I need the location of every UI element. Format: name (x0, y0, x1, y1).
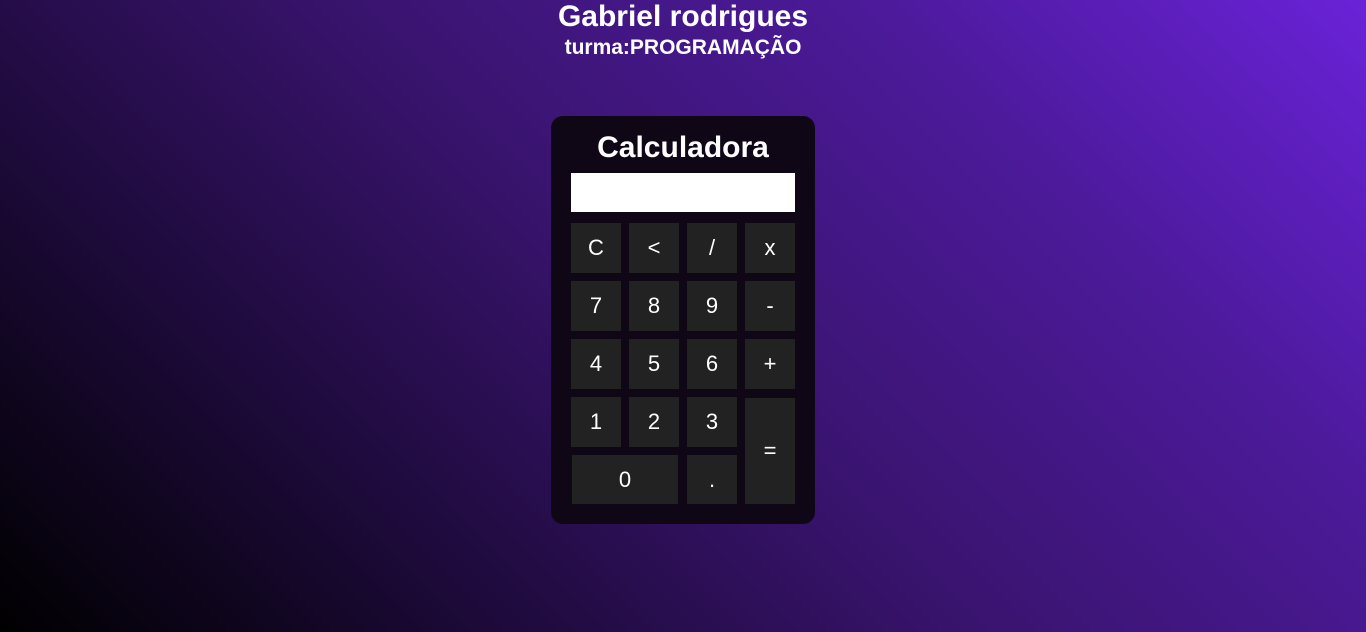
plus-button[interactable]: + (745, 339, 795, 389)
decimal-button[interactable]: . (687, 455, 737, 504)
digit-8-button[interactable]: 8 (629, 281, 679, 331)
digit-5-button[interactable]: 5 (629, 339, 679, 389)
calculator-panel: Calculadora C < / x 7 8 9 - 4 5 6 + 1 2 … (551, 116, 815, 524)
digit-1-button[interactable]: 1 (571, 397, 621, 447)
clear-button[interactable]: C (571, 223, 621, 273)
digit-3-button[interactable]: 3 (687, 397, 737, 447)
page-header: Gabriel rodrigues turma:PROGRAMAÇÃO (0, 0, 1366, 62)
digit-4-button[interactable]: 4 (571, 339, 621, 389)
multiply-button[interactable]: x (745, 223, 795, 273)
digit-6-button[interactable]: 6 (687, 339, 737, 389)
student-name: Gabriel rodrigues (557, 0, 809, 33)
equals-button[interactable]: = (745, 398, 795, 504)
digit-2-button[interactable]: 2 (629, 397, 679, 447)
backspace-button[interactable]: < (629, 223, 679, 273)
digit-0-button[interactable]: 0 (572, 455, 678, 504)
calculator-display[interactable] (571, 173, 795, 212)
divide-button[interactable]: / (687, 223, 737, 273)
digit-9-button[interactable]: 9 (687, 281, 737, 331)
class-label: turma:PROGRAMAÇÃO (564, 36, 802, 59)
minus-button[interactable]: - (745, 281, 795, 331)
calculator-title: Calculadora (597, 131, 769, 164)
digit-7-button[interactable]: 7 (571, 281, 621, 331)
